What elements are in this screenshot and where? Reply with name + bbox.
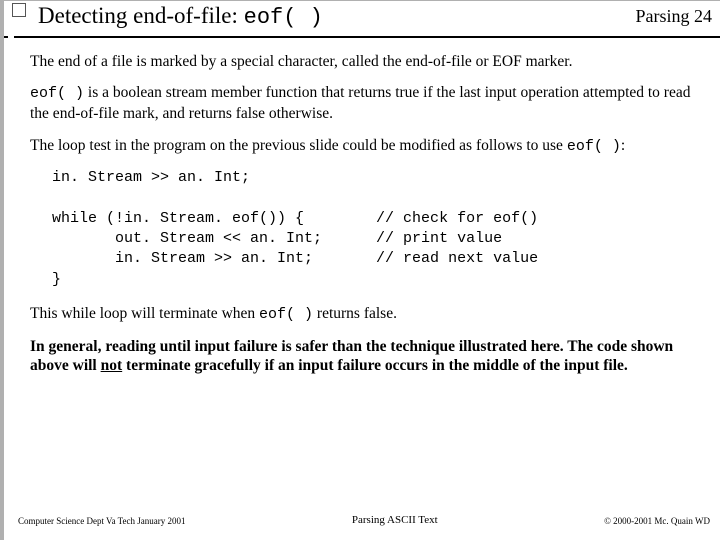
paragraph-1: The end of a file is marked by a special…	[30, 52, 708, 71]
paragraph-5: In general, reading until input failure …	[30, 337, 708, 376]
p4-a: This while loop will terminate when	[30, 305, 259, 322]
topic-label: Parsing 24	[636, 3, 713, 27]
slide-content: The end of a file is marked by a special…	[4, 38, 720, 375]
paragraph-2-rest: is a boolean stream member function that…	[30, 84, 690, 122]
footer-right: © 2000-2001 Mc. Quain WD	[604, 516, 710, 526]
code-block: in. Stream >> an. Int; while (!in. Strea…	[52, 168, 708, 290]
page-number: 24	[694, 6, 712, 26]
slide: Detecting end-of-file: eof( ) Parsing 24…	[0, 0, 720, 540]
slide-title: Detecting end-of-file: eof( )	[38, 3, 323, 30]
paragraph-3: The loop test in the program on the prev…	[30, 136, 708, 157]
title-text: Detecting end-of-file:	[38, 3, 244, 28]
p4-b: returns false.	[313, 305, 397, 322]
p5-b: terminate gracefully if an input failure…	[122, 357, 628, 374]
footer: Computer Science Dept Va Tech January 20…	[4, 514, 720, 540]
p5-underline: not	[101, 357, 123, 374]
topic-text: Parsing	[636, 6, 690, 26]
corner-icon	[12, 3, 26, 17]
paragraph-2: eof( ) is a boolean stream member functi…	[30, 83, 708, 123]
p3-a: The loop test in the program on the prev…	[30, 137, 567, 154]
footer-left: Computer Science Dept Va Tech January 20…	[18, 516, 186, 526]
p3-b: :	[621, 137, 625, 154]
footer-center: Parsing ASCII Text	[186, 514, 605, 526]
title-row: Detecting end-of-file: eof( ) Parsing 24	[4, 1, 720, 38]
paragraph-4: This while loop will terminate when eof(…	[30, 304, 708, 325]
inline-code: eof( )	[259, 306, 313, 323]
inline-code: eof( )	[567, 138, 621, 155]
title-code: eof( )	[244, 5, 323, 30]
inline-code: eof( )	[30, 85, 84, 102]
